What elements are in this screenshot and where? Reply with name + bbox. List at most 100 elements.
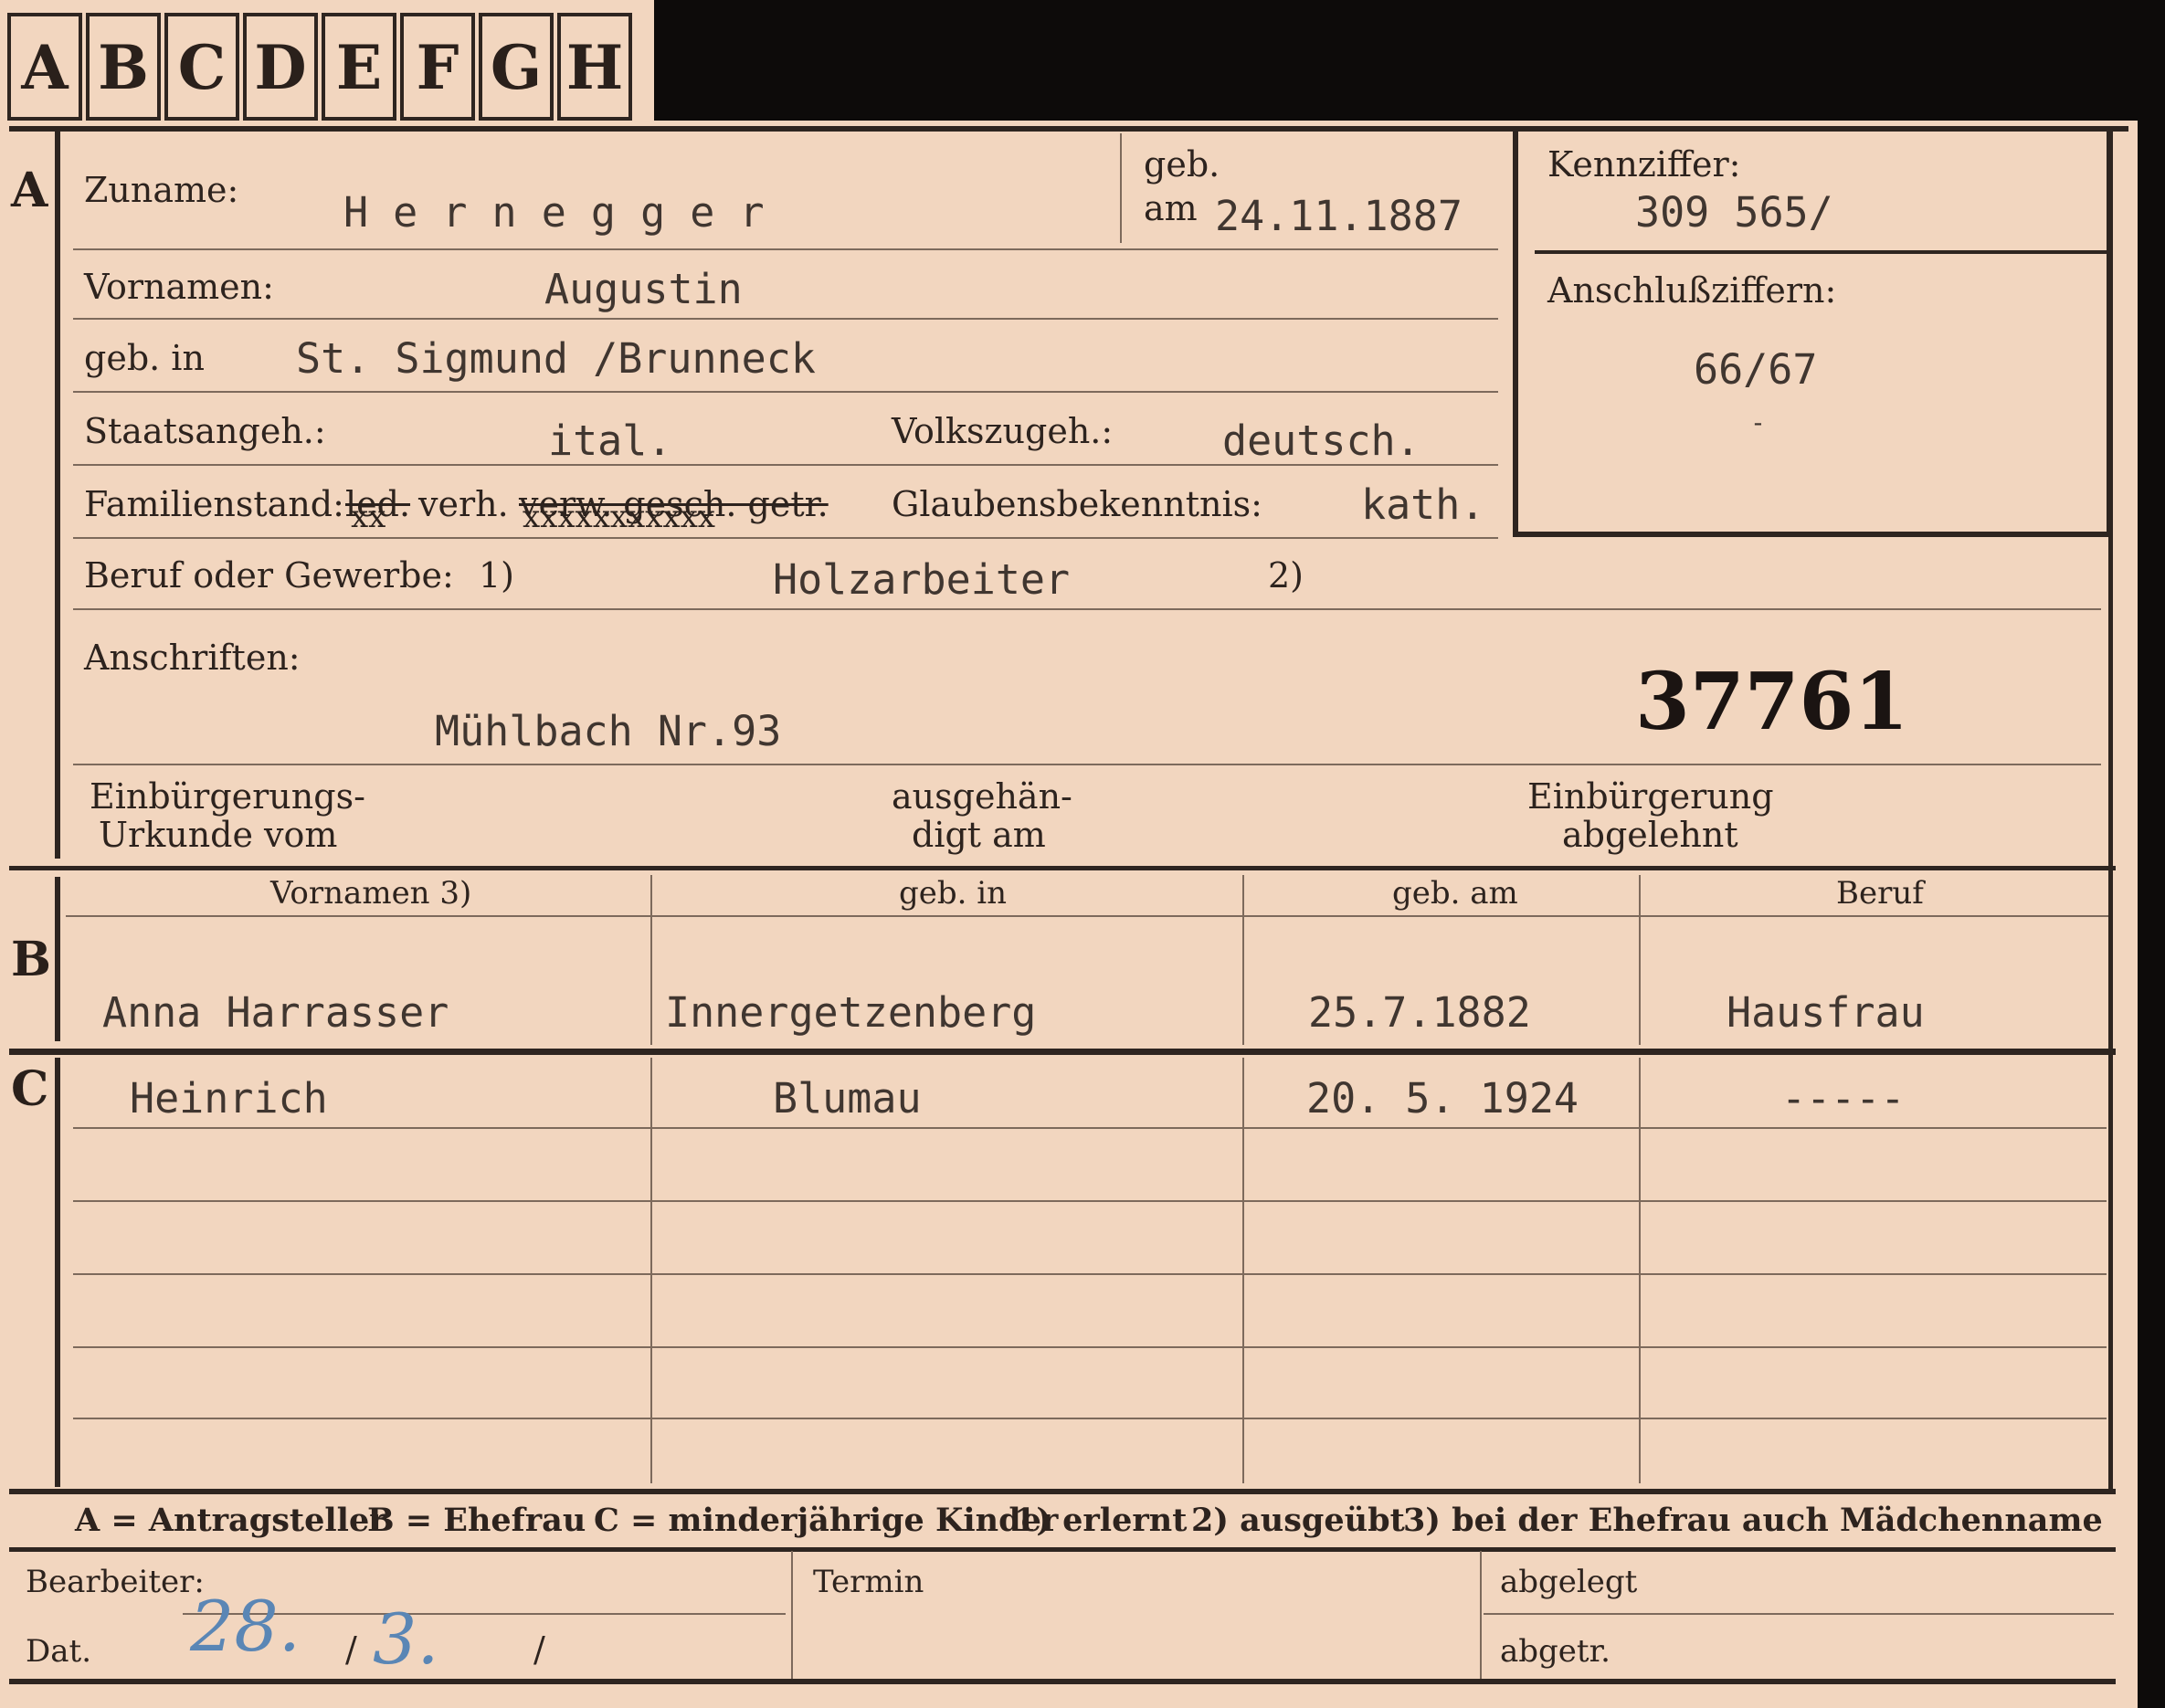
index-tab-strip: A B C D E F G H: [0, 0, 654, 128]
child-row-line: [73, 1346, 2107, 1348]
vornamen-value: Augustin: [544, 265, 743, 313]
b-header-geb-in: geb. in: [899, 875, 1008, 912]
termin-label: Termin: [813, 1564, 924, 1600]
beruf-footnote-2: 2): [1268, 555, 1304, 596]
column-divider: [1639, 875, 1641, 1045]
b-header-vornamen: Vornamen 3): [270, 875, 472, 912]
bearbeiter-label: Bearbeiter:: [26, 1564, 205, 1600]
legend-top-border: [9, 1489, 2116, 1494]
ehefrau-geb-in-value: Innergetzenberg: [665, 988, 1037, 1037]
column-divider: [1639, 1058, 1641, 1483]
anschlussziffern-value: 66/67: [1694, 345, 1818, 394]
anschrift-value: Mühlbach Nr.93: [435, 707, 782, 755]
row-line: [73, 248, 1498, 250]
datum-label: Dat.: [26, 1633, 92, 1670]
am-label: am: [1144, 188, 1198, 228]
section-b-left-border: [55, 877, 60, 1041]
einbuergerung-abgelehnt-label-2: abgelehnt: [1562, 815, 1738, 855]
zuname-value: H e r n e g g e r: [343, 188, 765, 237]
datum-separator: /: [533, 1629, 545, 1670]
ausgehaendigt-label-2: digt am: [912, 815, 1046, 855]
child-row-line: [73, 1273, 2107, 1275]
legend-note-2: 2) ausgeübt: [1191, 1502, 1405, 1539]
legend-note-3: 3) bei der Ehefrau auch Mädchenname: [1403, 1502, 2103, 1539]
glaubensbekenntnis-label: Glaubensbekenntnis:: [892, 484, 1262, 524]
vornamen-label: Vornamen:: [84, 267, 274, 307]
kennziffer-value: 309 565/: [1635, 188, 1833, 237]
anschlussziffern-dash: -: [1750, 407, 1766, 438]
section-c-marker: C: [11, 1061, 49, 1117]
geb-label: geb.: [1144, 144, 1220, 185]
b-header-geb-am: geb. am: [1392, 875, 1518, 912]
geb-am-value: 24.11.1887: [1215, 192, 1463, 240]
zuname-label: Zuname:: [84, 170, 239, 210]
child-row-line: [73, 1200, 2107, 1202]
zuname-geb-divider: [1120, 133, 1122, 243]
ehefrau-geb-am-value: 25.7.1882: [1308, 988, 1531, 1037]
child-row-line: [73, 1418, 2107, 1419]
legend-a: A = Antragsteller: [75, 1502, 386, 1539]
index-tab-h[interactable]: H: [557, 13, 632, 121]
row-line: [73, 391, 1498, 393]
index-tab-d[interactable]: D: [243, 13, 318, 121]
kennziffer-divider: [1535, 250, 2110, 254]
abgelegt-label: abgelegt: [1500, 1564, 1638, 1600]
volkszugeh-value: deutsch.: [1222, 416, 1420, 465]
datum-separator: /: [345, 1629, 357, 1670]
einbuergerungsurkunde-label-1: Einbürgerungs-: [90, 776, 365, 817]
index-tab-a[interactable]: A: [7, 13, 82, 121]
kind-geb-in-value: Blumau: [773, 1074, 922, 1123]
column-divider: [650, 875, 652, 1045]
datum-month-handwritten: 3.: [373, 1598, 439, 1680]
column-divider: [1242, 1058, 1244, 1483]
index-tab-e[interactable]: E: [322, 13, 396, 121]
anschlussziffern-label: Anschlußziffern:: [1547, 270, 1837, 311]
volkszugeh-label: Volkszugeh.:: [892, 411, 1114, 451]
anschriften-label: Anschriften:: [84, 638, 301, 678]
column-divider: [650, 1058, 652, 1483]
legend-c: C = minderjährige Kinder: [594, 1502, 1059, 1539]
einbuergerungsurkunde-label-2: Urkunde vom: [99, 815, 338, 855]
staatsangeh-value: ital.: [548, 416, 672, 465]
index-tab-g[interactable]: G: [479, 13, 554, 121]
footer-divider: [791, 1551, 793, 1679]
glaubensbekenntnis-value: kath.: [1361, 480, 1485, 529]
section-b-marker: B: [11, 932, 51, 987]
row-line: [73, 537, 1498, 539]
geb-in-label: geb. in: [84, 338, 205, 378]
ausgehaendigt-label-1: ausgehän-: [892, 776, 1072, 817]
beruf-value: Holzarbeiter: [773, 555, 1071, 604]
ehefrau-vornamen-value: Anna Harrasser: [102, 988, 449, 1037]
familienstand-label: Familienstand:: [84, 484, 344, 524]
card-bottom-border: [9, 1679, 2116, 1684]
b-header-beruf: Beruf: [1836, 875, 1924, 912]
row-line: [73, 764, 2101, 765]
index-tab-b[interactable]: B: [86, 13, 161, 121]
index-tab-c[interactable]: C: [164, 13, 239, 121]
familienstand-x-marks: xxxxxxxxxxx: [523, 499, 715, 535]
row-line: [73, 464, 1498, 466]
row-line: [73, 608, 2101, 610]
index-tab-f[interactable]: F: [400, 13, 475, 121]
legend-bottom-border: [9, 1547, 2116, 1552]
legend-note-1: 1) erlernt: [1014, 1502, 1188, 1539]
child-row-line: [73, 1127, 2107, 1129]
section-a-marker: A: [11, 163, 48, 218]
geb-in-value: St. Sigmund /Brunneck: [296, 334, 816, 383]
row-line: [73, 318, 1498, 320]
footer-divider: [1480, 1551, 1482, 1679]
kind-beruf-value: -----: [1781, 1074, 1906, 1123]
registration-number-stamp: 37761: [1635, 656, 1909, 748]
legend-b: B = Ehefrau: [367, 1502, 586, 1539]
kind-vornamen-value: Heinrich: [130, 1074, 328, 1123]
section-c-top-border: [9, 1049, 2116, 1055]
section-b-top-border: [9, 866, 2116, 870]
familienstand-verh-option: verh.: [418, 484, 509, 524]
kennziffer-label: Kennziffer:: [1547, 144, 1741, 185]
section-a-left-border: [55, 128, 60, 859]
beruf-footnote-1: 1): [479, 555, 515, 596]
abgelegt-line: [1484, 1613, 2114, 1615]
beruf-label: Beruf oder Gewerbe:: [84, 555, 454, 596]
b-header-line: [66, 915, 2108, 917]
ehefrau-beruf-value: Hausfrau: [1727, 988, 1925, 1037]
